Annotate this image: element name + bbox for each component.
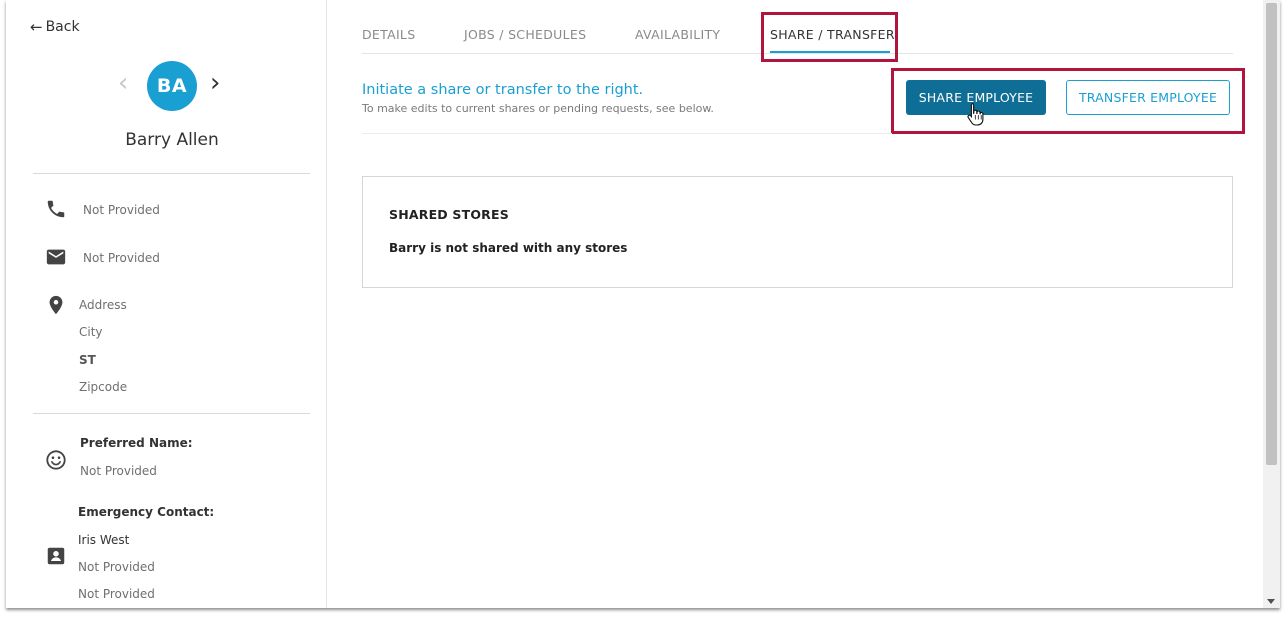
emergency-contact-line3: Not Provided: [78, 587, 155, 601]
avatar: BA: [147, 61, 197, 111]
email-value: Not Provided: [83, 251, 160, 265]
tab-details[interactable]: DETAILS: [362, 27, 415, 42]
next-employee-chevron-icon[interactable]: ›: [210, 70, 220, 96]
employee-sidebar: ← Back ‹ BA › Barry Allen Not Provided N…: [6, 0, 327, 608]
contact-card-icon: [45, 545, 67, 567]
share-transfer-prompt-title: Initiate a share or transfer to the righ…: [362, 82, 644, 98]
shared-stores-title: SHARED STORES: [389, 207, 509, 222]
tab-jobs-schedules[interactable]: JOBS / SCHEDULES: [464, 27, 586, 42]
back-label: Back: [45, 19, 80, 35]
preferred-name-label: Preferred Name:: [80, 436, 193, 450]
address-line1: Address: [79, 298, 127, 312]
mail-icon: [45, 246, 67, 268]
address-state: ST: [79, 353, 96, 367]
arrow-left-icon: ←: [30, 18, 43, 36]
address-zip: Zipcode: [79, 380, 128, 394]
tab-availability[interactable]: AVAILABILITY: [635, 27, 720, 42]
scrollbar-thumb[interactable]: [1266, 3, 1277, 465]
shared-stores-panel: SHARED STORES Barry is not shared with a…: [362, 176, 1233, 288]
phone-value: Not Provided: [83, 203, 160, 217]
preferred-name-value: Not Provided: [80, 464, 157, 478]
phone-icon: [45, 198, 67, 220]
previous-employee-chevron-icon[interactable]: ‹: [118, 70, 128, 96]
share-transfer-prompt-subtitle: To make edits to current shares or pendi…: [362, 102, 714, 115]
vertical-scrollbar[interactable]: [1263, 0, 1280, 608]
employee-name: Barry Allen: [125, 130, 219, 150]
transfer-employee-button[interactable]: TRANSFER EMPLOYEE: [1066, 80, 1230, 115]
smiley-icon: [45, 449, 67, 471]
active-tab-indicator: [770, 51, 890, 53]
emergency-contact-name: Iris West: [78, 533, 130, 547]
tab-share-transfer[interactable]: SHARE / TRANSFER: [770, 27, 895, 42]
divider: [33, 413, 310, 414]
avatar-initials: BA: [156, 75, 188, 97]
emergency-contact-label: Emergency Contact:: [78, 505, 215, 519]
divider: [362, 133, 892, 134]
location-pin-icon: [45, 294, 67, 316]
address-city: City: [79, 325, 103, 339]
emergency-contact-line2: Not Provided: [78, 560, 155, 574]
app-window: ← Back ‹ BA › Barry Allen Not Provided N…: [6, 0, 1280, 608]
hand-pointer-cursor-icon: [967, 102, 985, 126]
scroll-down-arrow-icon[interactable]: [1267, 599, 1275, 604]
back-link[interactable]: ← Back: [30, 18, 80, 36]
divider: [33, 173, 310, 174]
tab-bar: DETAILS JOBS / SCHEDULES AVAILABILITY SH…: [362, 0, 1233, 54]
shared-stores-empty-message: Barry is not shared with any stores: [389, 241, 628, 255]
